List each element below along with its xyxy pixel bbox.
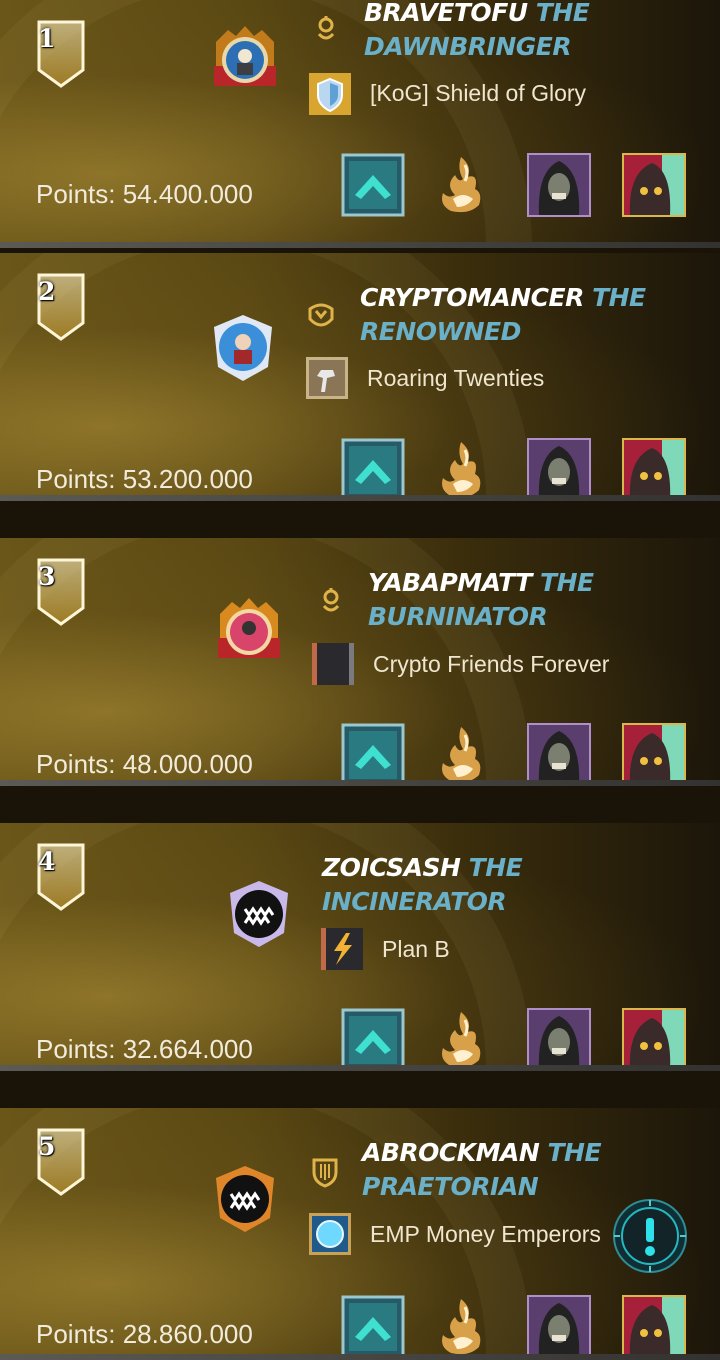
leaderboard-row[interactable]: 4 ZOICSASH THE INCINERATOR Plan B Points… bbox=[0, 823, 720, 1071]
player-handle: ZOICSASH bbox=[322, 853, 461, 882]
points-value: 54.400.000 bbox=[122, 179, 253, 209]
league-up-arrow-icon[interactable] bbox=[341, 1008, 405, 1071]
fire-summoner-icon[interactable] bbox=[431, 723, 495, 786]
avatar[interactable] bbox=[208, 22, 282, 96]
hooded-skull-monster-icon[interactable] bbox=[527, 723, 591, 786]
guild-name[interactable]: [KoG] Shield of Glory bbox=[370, 80, 586, 107]
guild-name[interactable]: Crypto Friends Forever bbox=[373, 651, 609, 678]
points-text: Points: 28.860.000 bbox=[36, 1319, 253, 1350]
points-value: 32.664.000 bbox=[122, 1034, 253, 1064]
player-name[interactable]: ZOICSASH THE INCINERATOR bbox=[322, 851, 652, 919]
league-up-arrow-icon[interactable] bbox=[341, 1295, 405, 1359]
player-handle: ABROCKMAN bbox=[362, 1138, 540, 1167]
points-value: 28.860.000 bbox=[122, 1319, 253, 1349]
fire-summoner-icon[interactable] bbox=[431, 1008, 495, 1071]
leaderboard-list: 1 BRAVETOFU THE DAWNBRINGER [KoG] Shield… bbox=[0, 0, 720, 1360]
avatar[interactable] bbox=[206, 311, 280, 385]
rank-banner-icon: 5 bbox=[36, 1128, 86, 1198]
rank-number: 1 bbox=[38, 24, 56, 53]
player-title-line2: RENOWNED bbox=[360, 317, 521, 346]
points-text: Points: 53.200.000 bbox=[36, 464, 253, 495]
rank-banner-icon: 4 bbox=[36, 843, 86, 913]
points-value: 48.000.000 bbox=[122, 749, 253, 779]
points-label: Points: bbox=[36, 179, 123, 209]
guild-crest-icon[interactable] bbox=[308, 72, 352, 116]
points-text: Points: 48.000.000 bbox=[36, 749, 253, 780]
rank-number: 2 bbox=[38, 277, 56, 306]
guild-name[interactable]: Plan B bbox=[382, 936, 450, 963]
hooded-skull-monster-icon[interactable] bbox=[527, 153, 591, 217]
points-value: 53.200.000 bbox=[122, 464, 253, 494]
league-up-arrow-icon[interactable] bbox=[341, 153, 405, 217]
player-handle: BRAVETOFU bbox=[364, 0, 528, 27]
player-title-line1: THE bbox=[547, 1138, 602, 1167]
player-name[interactable]: BRAVETOFU THE DAWNBRINGER bbox=[364, 0, 694, 64]
player-title-line2: BURNINATOR bbox=[368, 602, 548, 631]
hooded-skull-monster-icon[interactable] bbox=[527, 1295, 591, 1359]
fire-summoner-icon[interactable] bbox=[431, 1295, 495, 1359]
guild-type-icon bbox=[312, 1158, 338, 1188]
player-name[interactable]: ABROCKMAN THE PRAETORIAN bbox=[362, 1136, 692, 1204]
player-title-line2: INCINERATOR bbox=[322, 887, 507, 916]
rank-number: 4 bbox=[38, 847, 56, 876]
guild-name[interactable]: Roaring Twenties bbox=[367, 365, 544, 392]
rank-banner-icon: 1 bbox=[36, 20, 86, 90]
red-hood-monster-icon[interactable] bbox=[622, 1295, 686, 1359]
player-handle: CRYPTOMANCER bbox=[360, 283, 584, 312]
player-handle: YABAPMATT bbox=[368, 568, 532, 597]
avatar[interactable] bbox=[212, 594, 286, 668]
exclamation-icon[interactable] bbox=[612, 1198, 688, 1274]
leaderboard-row[interactable]: 3 YABAPMATT THE BURNINATOR Crypto Friend… bbox=[0, 538, 720, 786]
league-up-arrow-icon[interactable] bbox=[341, 438, 405, 501]
hooded-skull-monster-icon[interactable] bbox=[527, 438, 591, 501]
avatar[interactable] bbox=[208, 1162, 282, 1236]
red-hood-monster-icon[interactable] bbox=[622, 153, 686, 217]
player-title-line1: THE bbox=[468, 853, 523, 882]
rank-banner-icon: 3 bbox=[36, 558, 86, 628]
red-hood-monster-icon[interactable] bbox=[622, 438, 686, 501]
player-name[interactable]: YABAPMATT THE BURNINATOR bbox=[368, 566, 698, 634]
points-text: Points: 54.400.000 bbox=[36, 179, 253, 210]
guild-crest-icon[interactable] bbox=[320, 927, 364, 971]
points-label: Points: bbox=[36, 1319, 123, 1349]
rank-banner-icon: 2 bbox=[36, 273, 86, 343]
guild-name[interactable]: EMP Money Emperors bbox=[370, 1221, 601, 1248]
fire-summoner-icon[interactable] bbox=[431, 153, 495, 217]
guild-crest-icon[interactable] bbox=[308, 1212, 352, 1256]
avatar[interactable] bbox=[222, 877, 296, 951]
guild-type-icon bbox=[322, 588, 340, 612]
player-name[interactable]: CRYPTOMANCER THE RENOWNED bbox=[360, 281, 690, 349]
points-text: Points: 32.664.000 bbox=[36, 1034, 253, 1065]
guild-type-icon bbox=[308, 303, 334, 327]
leaderboard-row[interactable]: 2 CRYPTOMANCER THE RENOWNED Roaring Twen… bbox=[0, 253, 720, 501]
leaderboard-row[interactable]: 1 BRAVETOFU THE DAWNBRINGER [KoG] Shield… bbox=[0, 0, 720, 248]
red-hood-monster-icon[interactable] bbox=[622, 723, 686, 786]
player-title-line1: THE bbox=[535, 0, 590, 27]
rank-number: 3 bbox=[38, 562, 56, 591]
points-label: Points: bbox=[36, 749, 123, 779]
player-title-line2: DAWNBRINGER bbox=[364, 32, 572, 61]
guild-type-icon bbox=[317, 16, 335, 40]
fire-summoner-icon[interactable] bbox=[431, 438, 495, 501]
hooded-skull-monster-icon[interactable] bbox=[527, 1008, 591, 1071]
guild-crest-icon[interactable] bbox=[311, 642, 355, 686]
points-label: Points: bbox=[36, 1034, 123, 1064]
league-up-arrow-icon[interactable] bbox=[341, 723, 405, 786]
player-title-line2: PRAETORIAN bbox=[362, 1172, 539, 1201]
points-label: Points: bbox=[36, 464, 123, 494]
player-title-line1: THE bbox=[592, 283, 646, 312]
guild-crest-icon[interactable] bbox=[305, 356, 349, 400]
player-title-line1: THE bbox=[540, 568, 594, 597]
red-hood-monster-icon[interactable] bbox=[622, 1008, 686, 1071]
rank-number: 5 bbox=[38, 1132, 56, 1161]
